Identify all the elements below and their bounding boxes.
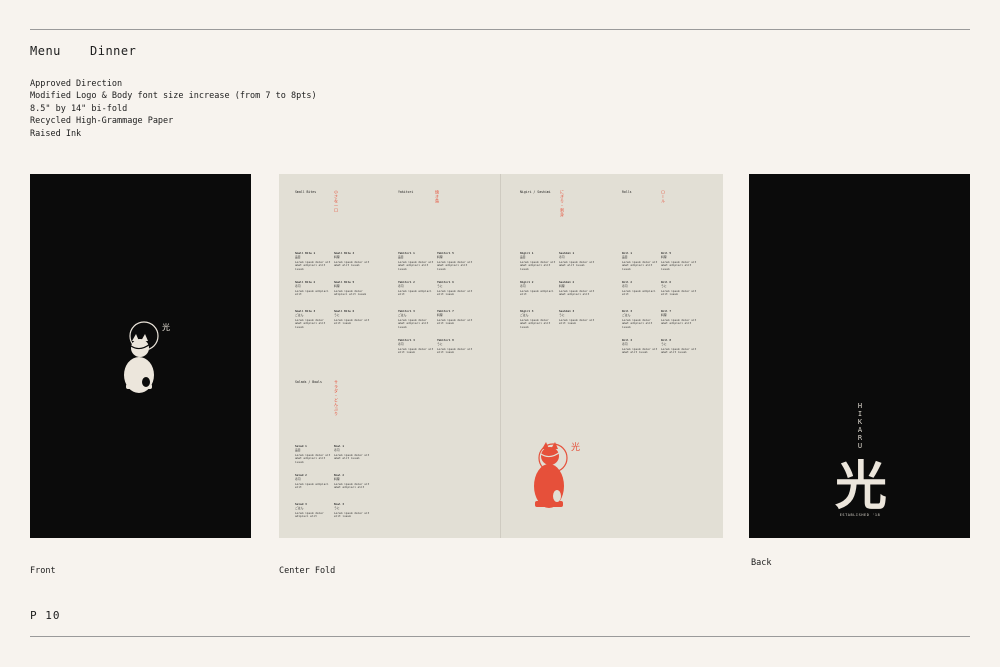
red-logo-kanji: 光: [571, 441, 580, 453]
menu-item: Bowl 1 寿司 Lorem ipsum dolor sit amet elit …: [334, 444, 370, 461]
brand-kanji: 光: [834, 457, 887, 517]
menu-item: Yakitori 4 寿司 Lorem ipsum dolor sit elit i…: [398, 338, 434, 355]
menu-item: Salad 2 寿司 Lorem ipsum adipisci elit: [295, 473, 329, 490]
menu-item: Salad 1 品目 Lorem ipsum dolor sit amet adip…: [295, 444, 331, 464]
menu-item: Small Bite 1 品目 Lorem ipsum dolor sit amet…: [295, 251, 331, 271]
caption-center-fold: Center Fold: [279, 566, 336, 576]
section-jp-rolls: ロール: [661, 190, 666, 204]
menu-item: Small Bite 3 ごはん Lorem ipsum dolor amet ad…: [295, 309, 326, 329]
center-fold-panel: Small Bites 小さな一口 Small Bite 1 品目 Lorem ip…: [279, 174, 723, 538]
spec-notes: Approved Direction Modified Logo & Body …: [30, 78, 317, 140]
menu-item: Yakitori 5 料理 Lorem ipsum dolor sit amet a…: [437, 251, 473, 271]
top-rule: [30, 29, 970, 30]
menu-item: Roll 2 寿司 Lorem ipsum adipisci elit: [622, 280, 656, 297]
spec-note: Raised Ink: [30, 128, 82, 139]
section-title-yakitori: Yakitori: [398, 190, 414, 194]
bottom-rule: [30, 636, 970, 637]
menu-item: Yakitori 7 料理 Lorem ipsum dolor sit elit i…: [437, 309, 473, 326]
menu-item: Small Bite 6 うに Lorem ipsum dolor sit elit…: [334, 309, 370, 326]
menu-item: Salad 3 ごはん Lorem ipsum dolor adipisci eli…: [295, 502, 324, 519]
menu-item: Roll 4 寿司 Lorem ipsum dolor sit amet elit …: [622, 338, 658, 355]
menu-item: Nigiri 3 ごはん Lorem ipsum dolor amet adipis…: [520, 309, 551, 329]
logo-kanji: 光: [162, 322, 170, 332]
front-panel: 光: [30, 174, 251, 538]
section-title-rolls: Rolls: [622, 190, 632, 194]
caption-back: Back: [751, 558, 772, 568]
section-jp-small-bites: 小さな一口: [334, 190, 339, 213]
spec-note: Modified Logo & Body font size increase …: [30, 91, 317, 102]
menu-item: Small Bite 5 料理 Lorem ipsum dolor adipisci…: [334, 280, 366, 297]
menu-item: Bowl 3 うに Lorem ipsum dolor sit elit iusum: [334, 502, 370, 519]
menu-item: Sashimi 2 料理 Lorem ipsum dolor sit amet ad…: [559, 280, 595, 297]
menu-item: Yakitori 2 寿司 Lorem ipsum adipisci elit: [398, 280, 432, 297]
section-title-salads-bowls: Salads / Bowls: [295, 380, 322, 384]
menu-item: Nigiri 2 寿司 Lorem ipsum adipisci elit: [520, 280, 554, 297]
menu-item: Yakitori 3 ごはん Lorem ipsum dolor amet adip…: [398, 309, 429, 329]
section-jp-yakitori: 焼き鳥: [435, 190, 440, 204]
menu-item: Yakitori 1 品目 Lorem ipsum dolor sit amet a…: [398, 251, 434, 271]
menu-item: Small Bite 2 寿司 Lorem ipsum adipisci elit: [295, 280, 329, 297]
section-title-small-bites: Small Bites: [295, 190, 317, 194]
menu-item: Roll 8 うに Lorem ipsum dolor sit amet elit …: [661, 338, 697, 355]
menu-item: Bowl 2 料理 Lorem ipsum dolor sit amet adipi…: [334, 473, 370, 490]
menu-item: Roll 6 うに Lorem ipsum dolor sit elit iusum: [661, 280, 697, 297]
section-title-nigiri-sashimi: Nigiri / Sashimi: [520, 190, 551, 194]
menu-item: Sashimi 3 うに Lorem ipsum dolor sit elit iu…: [559, 309, 595, 326]
menu-item: Roll 3 ごはん Lorem ipsum dolor amet adipisci…: [622, 309, 653, 329]
fold-crease: [500, 174, 501, 538]
back-panel: H I K A R U 光 ESTABLISHED '18: [749, 174, 970, 538]
menu-item: Roll 5 料理 Lorem ipsum dolor sit amet adipi…: [661, 251, 697, 271]
section-jp-salads-bowls: サラダ・どんぶり: [334, 380, 339, 416]
menu-item: Sashimi 1 寿司 Lorem ipsum dolor sit amet el…: [559, 251, 595, 268]
established-text: ESTABLISHED '18: [839, 513, 881, 517]
spec-note: 8.5" by 14" bi-fold: [30, 103, 128, 114]
menu-item: Yakitori 6 うに Lorem ipsum dolor sit elit i…: [437, 280, 473, 297]
menu-item: Roll 1 品目 Lorem ipsum dolor sit amet adipi…: [622, 251, 658, 271]
menu-item: Small Bite 4 料理 Lorem ipsum dolor sit amet…: [334, 251, 370, 268]
dog-logo-icon: 光: [124, 321, 170, 393]
spec-note: Recycled High-Grammage Paper: [30, 116, 174, 127]
spec-note: Approved Direction: [30, 79, 123, 89]
brand-name-vertical: H I K A R U: [857, 402, 863, 450]
header-menu-type: Dinner: [90, 44, 137, 58]
menu-item: Nigiri 1 品目 Lorem ipsum dolor sit amet adi…: [520, 251, 556, 271]
page-number: P 10: [30, 609, 61, 622]
caption-front: Front: [30, 566, 56, 576]
menu-item: Yakitori 8 うに Lorem ipsum dolor sit elit i…: [437, 338, 473, 355]
header-menu-label: Menu: [30, 44, 61, 58]
menu-item: Roll 7 料理 Lorem ipsum dolor sit amet adipi…: [661, 309, 697, 326]
section-jp-nigiri-sashimi: にぎり・刺身: [560, 190, 565, 217]
